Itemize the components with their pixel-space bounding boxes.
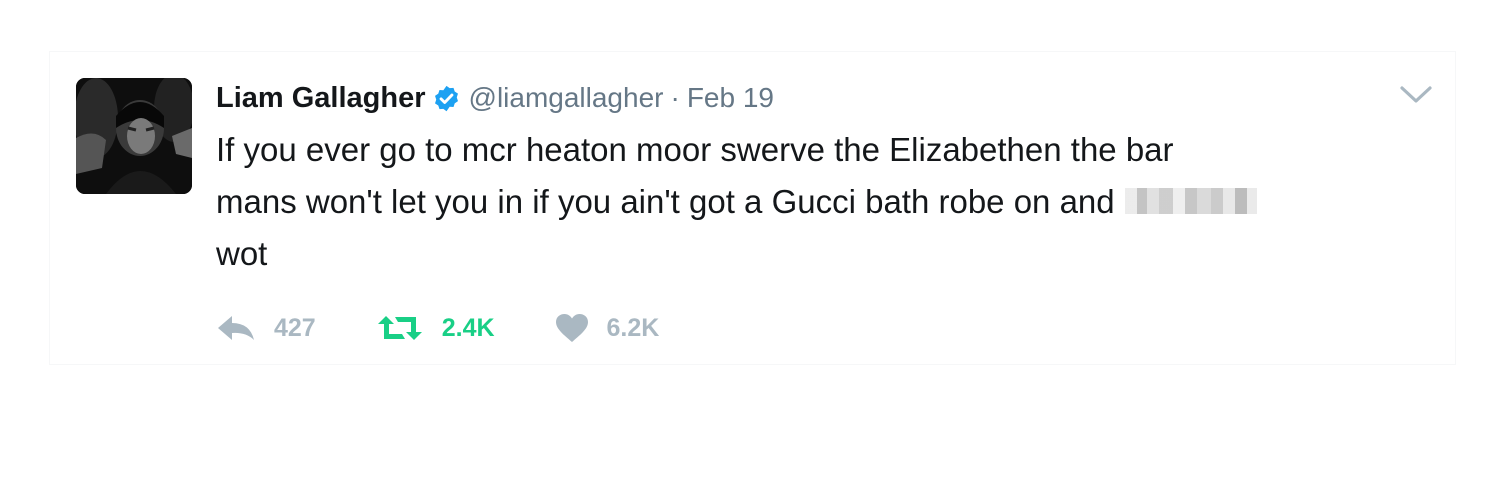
- tweet-card[interactable]: Liam Gallagher @liamgallagher · Feb 19 I…: [50, 52, 1455, 364]
- retweet-icon: [377, 316, 422, 340]
- tweet-text-line-3: wot: [216, 235, 268, 272]
- verified-badge-icon: [432, 84, 461, 113]
- reply-button[interactable]: 427: [216, 314, 316, 343]
- censored-word: [1124, 188, 1257, 215]
- author-fullname[interactable]: Liam Gallagher: [216, 82, 426, 115]
- tweet-header: Liam Gallagher @liamgallagher · Feb 19: [216, 80, 774, 116]
- retweet-count: 2.4K: [441, 313, 495, 342]
- chevron-down-icon[interactable]: [1399, 84, 1433, 106]
- tweet-text-line-1: If you ever go to mcr heaton moor swerve…: [216, 131, 1174, 168]
- tweet-actions: 427 2.4K 6.2K: [216, 310, 719, 346]
- like-count: 6.2K: [606, 313, 660, 342]
- tweet-text-line-2: mans won't let you in if you ain't got a…: [216, 183, 1115, 220]
- retweet-button[interactable]: 2.4K: [376, 314, 495, 343]
- author-handle[interactable]: @liamgallagher: [469, 82, 664, 114]
- like-button[interactable]: 6.2K: [555, 313, 660, 343]
- reply-count: 427: [274, 313, 316, 342]
- tweet-timestamp[interactable]: Feb 19: [687, 82, 774, 114]
- tweet-text: If you ever go to mcr heaton moor swerve…: [216, 124, 1436, 280]
- separator-dot: ·: [670, 82, 680, 113]
- avatar[interactable]: [76, 78, 192, 194]
- heart-icon: [555, 314, 588, 342]
- reply-icon: [218, 316, 254, 340]
